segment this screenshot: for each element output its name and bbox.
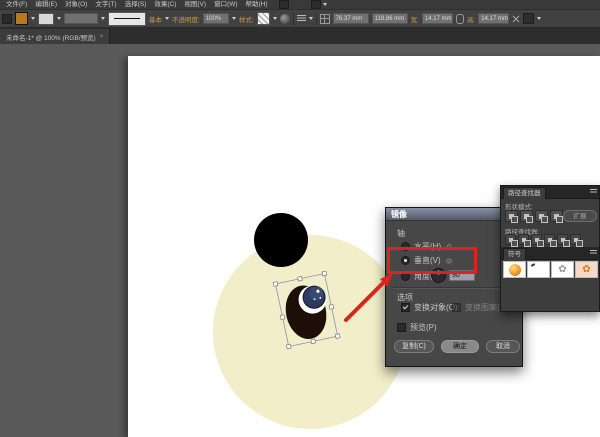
panel-menu-icon[interactable] bbox=[590, 250, 597, 255]
chevron-down-icon[interactable] bbox=[537, 17, 541, 20]
divide-icon[interactable] bbox=[505, 234, 516, 245]
outline-icon[interactable] bbox=[557, 234, 568, 245]
checkbox-icon bbox=[397, 323, 406, 332]
stroke-weight-dropdown[interactable] bbox=[64, 13, 98, 24]
stroke-color-swatch[interactable] bbox=[38, 13, 54, 25]
width-label: 宽: bbox=[411, 14, 419, 24]
panel-group: 路径查找器 形状模式: 扩展 路径查找器: 符号 ✿ ✿ bbox=[500, 185, 600, 312]
minus-front-icon[interactable] bbox=[520, 210, 533, 222]
fill-color-swatch[interactable] bbox=[15, 12, 28, 25]
chevron-down-icon[interactable] bbox=[232, 17, 236, 20]
symbol-thumbnail-flower-outline[interactable]: ✿ bbox=[551, 261, 574, 278]
document-tab[interactable]: 未命名-1* @ 100% (RGB/预览) × bbox=[0, 29, 110, 44]
checkbox-preview[interactable]: 预览(P) bbox=[397, 322, 437, 333]
selection-indicator-icon bbox=[2, 14, 12, 24]
orange-flower-icon: ✿ bbox=[582, 265, 590, 275]
menu-bar: 文件(F) 编辑(E) 对象(O) 文字(T) 选择(S) 效果(C) 视图(V… bbox=[0, 0, 600, 10]
document-title: 未命名-1* @ 100% (RGB/预览) bbox=[6, 32, 96, 42]
illustrator-window: 文件(F) 编辑(E) 对象(O) 文字(T) 选择(S) 效果(C) 视图(V… bbox=[0, 0, 600, 437]
menu-file[interactable]: 文件(F) bbox=[3, 0, 30, 10]
opacity-value-field[interactable]: 100% bbox=[203, 13, 229, 24]
checkbox-transform-object[interactable]: 变换对象(O) bbox=[401, 302, 458, 313]
crop-icon[interactable] bbox=[544, 234, 555, 245]
variable-width-profile-dropdown[interactable] bbox=[108, 12, 146, 26]
reference-point-icon[interactable] bbox=[320, 14, 330, 24]
document-tab-bar: 未命名-1* @ 100% (RGB/预览) × bbox=[0, 28, 600, 45]
menu-type[interactable]: 文字(T) bbox=[92, 0, 119, 10]
symbol-thumbnail-blank[interactable] bbox=[527, 261, 550, 278]
chevron-down-icon[interactable] bbox=[101, 17, 105, 20]
minus-back-icon[interactable] bbox=[570, 234, 581, 245]
merge-icon[interactable] bbox=[531, 234, 542, 245]
menu-select[interactable]: 选择(S) bbox=[122, 0, 150, 10]
panel-menu-icon[interactable] bbox=[590, 189, 597, 194]
style-label: 样式: bbox=[239, 14, 254, 24]
menu-view[interactable]: 视图(V) bbox=[181, 0, 209, 10]
chevron-down-icon[interactable] bbox=[309, 17, 313, 20]
bridge-icon[interactable] bbox=[279, 0, 289, 9]
menu-help[interactable]: 帮助(H) bbox=[243, 0, 271, 10]
menu-window[interactable]: 窗口(W) bbox=[211, 0, 240, 10]
y-position-field[interactable]: 118.86 mm bbox=[372, 13, 408, 24]
link-dimensions-icon[interactable] bbox=[456, 14, 464, 24]
control-bar: 基本 不透明度: 100% 样式: 76.37 mm 118.86 mm 宽: … bbox=[0, 10, 600, 28]
symbol-thumbnail-orange-flower[interactable]: ✿ bbox=[575, 261, 598, 278]
orange-ball-icon bbox=[509, 264, 521, 276]
cancel-button[interactable]: 取消 bbox=[486, 340, 520, 353]
exclude-icon[interactable] bbox=[550, 210, 563, 222]
copy-button[interactable]: 复制(C) bbox=[394, 340, 434, 353]
menu-effect[interactable]: 效果(C) bbox=[151, 0, 179, 10]
divider bbox=[393, 287, 515, 289]
intersect-icon[interactable] bbox=[535, 210, 548, 222]
more-options-icon[interactable] bbox=[523, 13, 534, 24]
flower-outline-icon: ✿ bbox=[558, 265, 566, 275]
shear-icon[interactable] bbox=[512, 15, 520, 23]
x-position-field[interactable]: 76.37 mm bbox=[333, 13, 369, 24]
arrange-documents-icon[interactable] bbox=[311, 0, 321, 9]
axis-section-label: 轴 bbox=[397, 228, 405, 239]
align-icon[interactable] bbox=[297, 15, 306, 22]
tab-pathfinder[interactable]: 路径查找器 bbox=[503, 187, 546, 199]
chevron-down-icon[interactable] bbox=[273, 17, 277, 20]
reflect-vertical-icon bbox=[445, 257, 453, 265]
pathfinder-tab-bar: 路径查找器 bbox=[501, 186, 599, 199]
tab-symbols[interactable]: 符号 bbox=[503, 248, 526, 260]
divider bbox=[293, 13, 294, 25]
height-label: 高: bbox=[467, 14, 475, 24]
trim-icon[interactable] bbox=[518, 234, 529, 245]
chevron-down-icon[interactable] bbox=[165, 17, 169, 20]
recolor-artwork-icon[interactable] bbox=[280, 14, 290, 24]
menu-object[interactable]: 对象(O) bbox=[62, 0, 90, 10]
radio-icon-selected bbox=[401, 256, 410, 265]
close-icon[interactable]: × bbox=[100, 33, 104, 40]
checkbox-checked-icon bbox=[401, 303, 410, 312]
radio-vertical[interactable]: 垂直(V) bbox=[401, 255, 453, 266]
black-circle-shape[interactable] bbox=[254, 213, 308, 267]
expand-button[interactable]: 扩展 bbox=[563, 210, 597, 222]
ok-button[interactable]: 确定 bbox=[441, 340, 479, 353]
chevron-down-icon[interactable] bbox=[57, 17, 61, 20]
chevron-down-icon[interactable] bbox=[31, 17, 35, 20]
small-mark-icon bbox=[531, 263, 535, 267]
divider bbox=[316, 13, 317, 25]
selected-eye-object[interactable] bbox=[272, 270, 352, 358]
unite-icon[interactable] bbox=[505, 210, 518, 222]
brush-definition-label: 基本 bbox=[149, 14, 162, 24]
height-field[interactable]: 14.17 mm bbox=[478, 13, 509, 24]
stroke-line-icon bbox=[114, 18, 140, 19]
width-field[interactable]: 14.17 mm bbox=[422, 13, 453, 24]
chevron-down-icon[interactable] bbox=[323, 3, 327, 6]
symbol-thumbnail-orange-ball[interactable] bbox=[503, 261, 526, 278]
checkbox-transform-pattern[interactable]: 变换图案(T) bbox=[452, 302, 507, 313]
style-swatch[interactable] bbox=[257, 12, 270, 25]
checkbox-icon bbox=[452, 303, 461, 312]
opacity-label: 不透明度: bbox=[172, 14, 200, 24]
menu-edit[interactable]: 编辑(E) bbox=[32, 0, 60, 10]
symbols-tab-bar: 符号 bbox=[501, 247, 599, 260]
